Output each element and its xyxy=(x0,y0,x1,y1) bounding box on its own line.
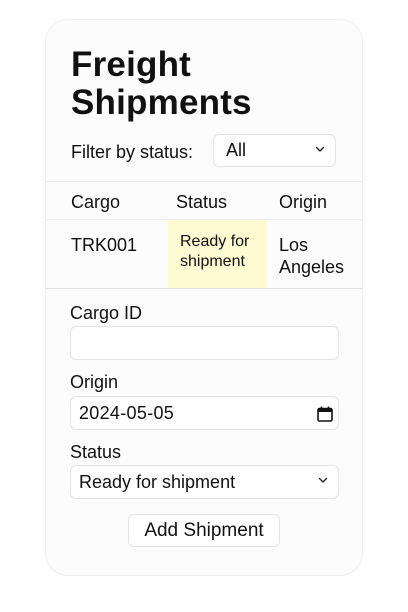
title-line-2: Shipments xyxy=(71,83,252,122)
cargo-id-input[interactable] xyxy=(70,326,339,360)
shipments-card: Freight Shipments Filter by status: All … xyxy=(46,20,362,575)
calendar-icon[interactable] xyxy=(316,405,334,423)
title-line-1: Freight xyxy=(71,45,192,84)
origin-date-input[interactable]: 2024-05-05 xyxy=(70,396,339,430)
status-filter-select[interactable]: All xyxy=(213,134,336,167)
origin-label: Origin xyxy=(70,372,119,392)
table-row: TRK001 Ready for shipment Los Angeles xyxy=(46,220,362,289)
cargo-id-label: Cargo ID xyxy=(70,303,143,323)
table-header-row: Cargo Status Origin xyxy=(46,181,362,220)
add-shipment-button[interactable]: Add Shipment xyxy=(128,514,280,547)
status-filter-value: All xyxy=(226,140,247,160)
chevron-down-icon xyxy=(318,477,328,483)
cell-status-line-1: Ready for xyxy=(180,233,250,250)
filter-label: Filter by status: xyxy=(71,142,194,162)
cell-cargo: TRK001 xyxy=(71,235,138,255)
column-header-cargo: Cargo xyxy=(71,192,121,212)
origin-date-value: 2024-05-05 xyxy=(79,402,175,423)
cell-status-line-2: shipment xyxy=(180,253,245,270)
column-header-origin: Origin xyxy=(279,192,328,212)
chevron-down-icon xyxy=(315,146,325,152)
cell-origin-line-1: Los xyxy=(279,235,309,255)
cell-origin: Los Angeles xyxy=(279,234,344,278)
status-select[interactable]: Ready for shipment xyxy=(70,465,339,499)
column-header-status: Status xyxy=(176,192,228,212)
status-label: Status xyxy=(70,442,122,462)
status-select-value: Ready for shipment xyxy=(79,471,236,492)
page-title: Freight Shipments xyxy=(71,46,252,122)
cell-status: Ready for shipment xyxy=(168,220,267,288)
cell-origin-line-2: Angeles xyxy=(279,257,345,277)
